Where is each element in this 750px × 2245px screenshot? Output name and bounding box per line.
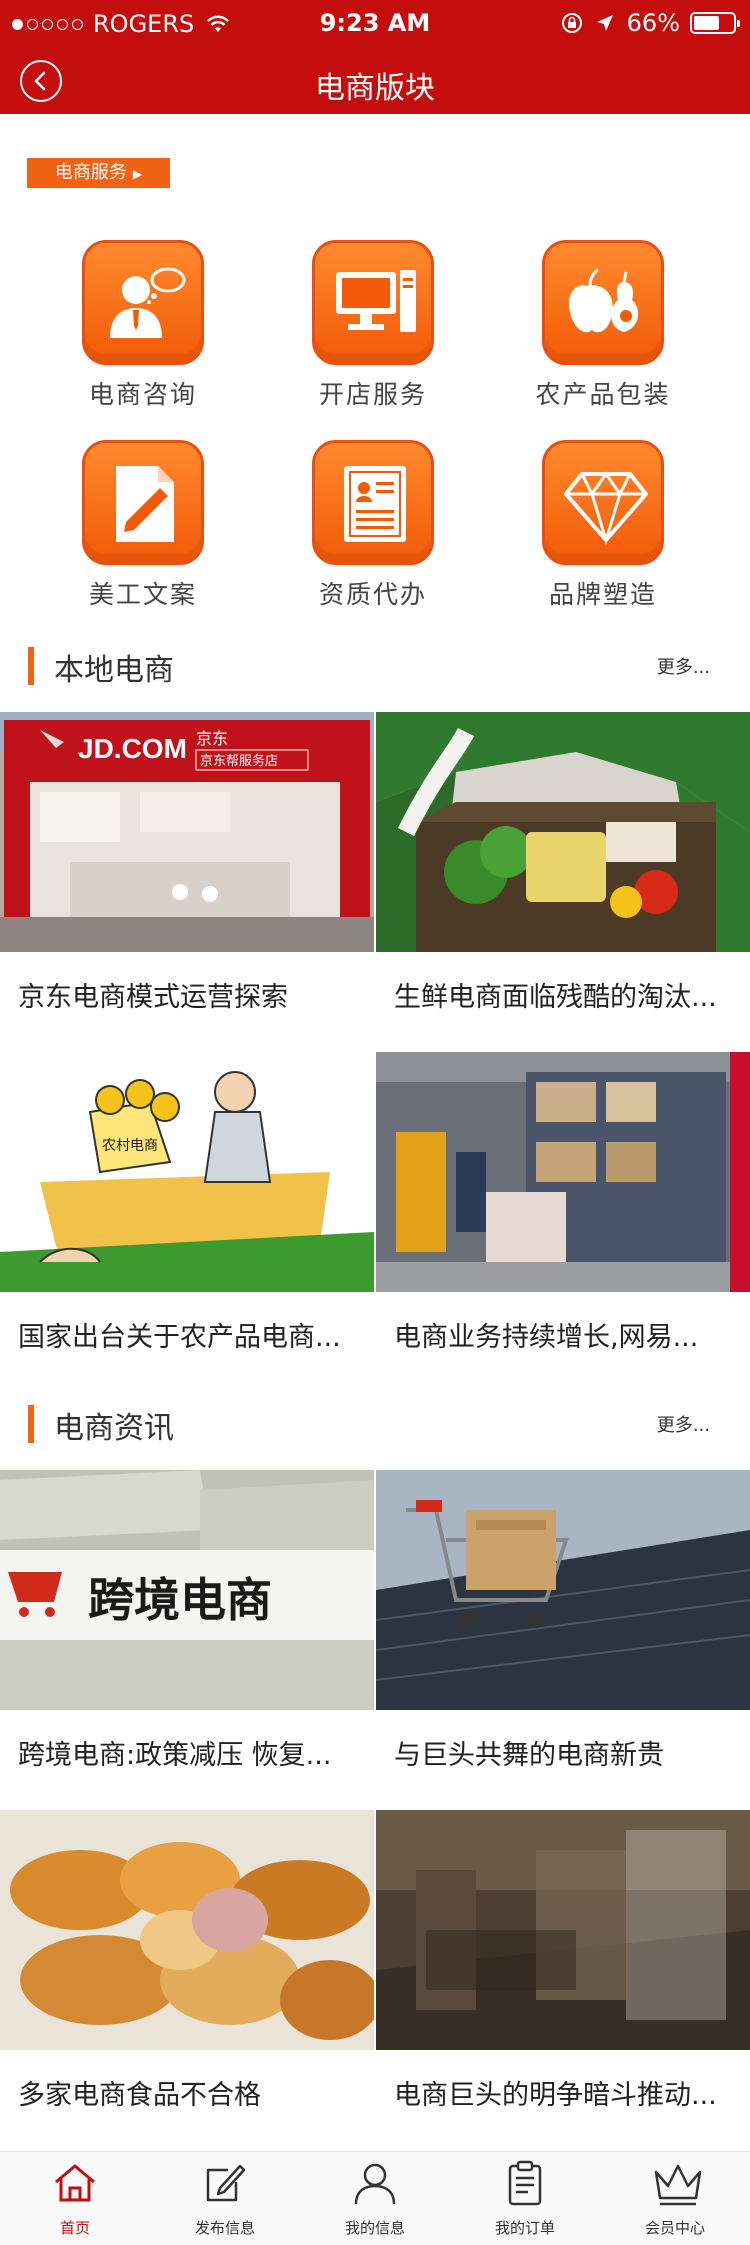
section-header-local: 本地电商 更多... (0, 641, 750, 691)
service-item-branding[interactable]: 品牌塑造 (513, 440, 693, 611)
tab-my-orders[interactable]: 我的订单 (450, 2152, 600, 2245)
section-title: 电商资讯 (54, 1411, 174, 1446)
crown-icon (654, 2164, 702, 2206)
consultant-icon (82, 240, 204, 365)
article-image-fresh-produce (376, 712, 750, 952)
article-card[interactable]: 跨境电商 跨境电商:政策减压 恢复... (0, 1470, 374, 1813)
tab-label: 我的信息 (344, 2219, 405, 2237)
article-title: 电商业务持续增长,网易... (394, 1322, 699, 1353)
service-label: 美工文案 (88, 580, 197, 609)
article-title: 与巨头共舞的电商新贵 (394, 1740, 664, 1771)
user-icon (354, 2163, 396, 2205)
section-title: 本地电商 (54, 653, 174, 688)
caret-right-icon: ▶ (132, 167, 143, 181)
article-image-cross-border: 跨境电商 (0, 1470, 374, 1710)
article-title: 跨境电商:政策减压 恢复... (18, 1740, 332, 1771)
service-label: 农产品包装 (535, 380, 671, 409)
tab-label: 首页 (59, 2219, 90, 2237)
rotation-lock-icon (561, 13, 582, 33)
tab-label: 发布信息 (194, 2219, 255, 2237)
tab-my-info[interactable]: 我的信息 (300, 2152, 450, 2245)
service-item-store-setup[interactable]: 开店服务 (283, 240, 463, 411)
service-label: 品牌塑造 (548, 580, 657, 609)
article-title: 多家电商食品不合格 (18, 2080, 261, 2111)
service-label: 资质代办 (318, 580, 427, 609)
battery-percent: 66% (626, 9, 680, 37)
service-section-tag: 电商服务 ▶ (27, 158, 170, 188)
article-title: 京东电商模式运营探索 (18, 982, 288, 1013)
tab-label: 会员中心 (644, 2219, 705, 2237)
edit-icon (206, 2164, 246, 2202)
service-item-copywriting[interactable]: 美工文案 (53, 440, 233, 611)
section-accent-bar (28, 1405, 34, 1443)
article-title: 生鲜电商面临残酷的淘汰... (394, 982, 717, 1013)
page-title: 电商版块 (315, 71, 435, 106)
article-title: 国家出台关于农产品电商... (18, 1322, 341, 1353)
rural-sign-text: 农村电商 (102, 1138, 158, 1154)
nav-bar: 电商版块 (0, 50, 750, 114)
certificate-icon (312, 440, 434, 565)
tab-home[interactable]: 首页 (0, 2152, 150, 2245)
article-card[interactable]: 电商业务持续增长,网易... (376, 1052, 750, 1395)
article-card[interactable]: 电商巨头的明争暗斗推动... (376, 1810, 750, 2153)
service-tag-label: 电商服务 (54, 162, 127, 183)
battery-level (694, 16, 720, 30)
tab-member-center[interactable]: 会员中心 (600, 2152, 750, 2245)
diamond-icon (542, 440, 664, 565)
status-right-group: 66% (561, 9, 740, 37)
tab-label: 我的订单 (494, 2219, 555, 2237)
section-header-news: 电商资讯 更多... (0, 1399, 750, 1449)
article-image-warehouse (376, 1052, 750, 1292)
article-card[interactable]: 农村电商 国家出台关于农产品电商... (0, 1052, 374, 1395)
fruit-icon (542, 240, 664, 365)
service-label: 电商咨询 (88, 380, 197, 409)
article-card[interactable]: 多家电商食品不合格 (0, 1810, 374, 2153)
document-pen-icon (82, 440, 204, 565)
article-image-bread (0, 1810, 374, 2050)
bottom-tab-bar: 首页 发布信息 我的信息 我的订单 会员中心 (0, 2151, 750, 2245)
article-card[interactable]: 生鲜电商面临残酷的淘汰... (376, 712, 750, 1055)
jd-store-text: 京东帮服务店 (200, 753, 278, 769)
jd-logo-text: JD.COM (78, 733, 187, 764)
computer-icon (312, 240, 434, 365)
article-image-ecommerce-war (376, 1810, 750, 2050)
location-arrow-icon (596, 15, 613, 31)
home-icon (55, 2164, 95, 2202)
tab-post-info[interactable]: 发布信息 (150, 2152, 300, 2245)
section-accent-bar (28, 647, 34, 685)
article-image-rural-ecommerce: 农村电商 (0, 1052, 374, 1292)
clipboard-icon (508, 2160, 542, 2206)
battery-icon (690, 12, 740, 34)
service-item-packaging[interactable]: 农产品包装 (513, 240, 693, 411)
article-card[interactable]: 与巨头共舞的电商新贵 (376, 1470, 750, 1813)
service-item-consulting[interactable]: 电商咨询 (53, 240, 233, 411)
article-card[interactable]: JD.COM 京东 京东帮服务店 京东电商模式运营探索 (0, 712, 374, 1055)
status-bar: ROGERS 9:23 AM 66% (0, 0, 750, 50)
jd-cn-text: 京东 (196, 729, 228, 748)
service-item-qualification[interactable]: 资质代办 (283, 440, 463, 611)
cross-border-sign-text: 跨境电商 (88, 1573, 272, 1627)
article-image-jd-store: JD.COM 京东 京东帮服务店 (0, 712, 374, 952)
service-label: 开店服务 (318, 380, 427, 409)
more-link[interactable]: 更多... (657, 653, 710, 679)
article-image-cart-keyboard (376, 1470, 750, 1710)
article-title: 电商巨头的明争暗斗推动... (394, 2080, 717, 2111)
more-link[interactable]: 更多... (657, 1411, 710, 1437)
